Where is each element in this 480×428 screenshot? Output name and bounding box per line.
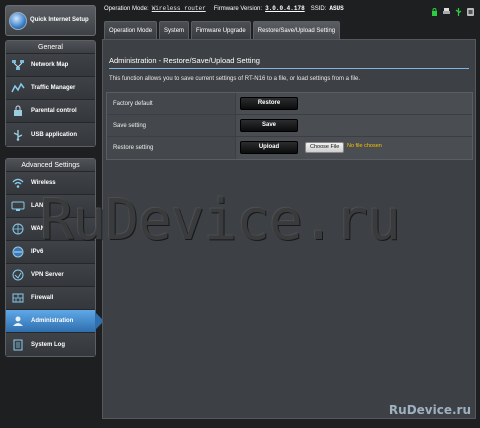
sidebar-item-label: USB application — [31, 131, 78, 138]
save-button[interactable]: Save — [240, 119, 298, 132]
settings-form: Factory default Restore Save setting Sav… — [106, 92, 473, 160]
restore-setting-label: Restore setting — [107, 137, 236, 159]
factory-default-label: Factory default — [107, 93, 236, 114]
sidebar-item-label: Firewall — [31, 295, 54, 301]
ipv6-icon — [11, 246, 25, 258]
upload-button[interactable]: Upload — [240, 141, 298, 154]
sidebar-item-administration[interactable]: Administration — [6, 310, 104, 333]
sidebar-item-network-map[interactable]: Network Map — [6, 54, 95, 77]
file-status-text: No file chosen — [347, 143, 382, 149]
watermark-large: RuDevice.ru — [40, 188, 401, 253]
log-icon — [11, 339, 25, 351]
tab-system[interactable]: System — [159, 21, 190, 39]
wifi-icon — [11, 177, 25, 189]
factory-default-row: Factory default Restore — [107, 93, 472, 115]
globe-icon — [9, 11, 27, 30]
status-bar: Operation Mode: Wireless router Firmware… — [104, 2, 476, 15]
page-title: Administration - Restore/Save/Upload Set… — [109, 56, 260, 65]
vpn-icon — [11, 269, 25, 281]
sidebar-item-label: Parental control — [31, 108, 77, 114]
network-map-icon — [11, 59, 25, 71]
page-description: This function allows you to save current… — [109, 76, 361, 82]
wan-icon — [11, 223, 25, 235]
quick-internet-setup-label: Quick Internet Setup — [30, 17, 89, 23]
general-menu: General Network Map Traffic Manager Pare… — [5, 40, 96, 147]
network-status-icon[interactable] — [467, 3, 474, 16]
ssid-value: ASUS — [329, 5, 344, 12]
advanced-settings-title: Advanced Settings — [6, 159, 95, 172]
sidebar-item-label: Administration — [31, 318, 74, 324]
usb-status-icon[interactable] — [455, 3, 462, 16]
sidebar-item-label: VPN Server — [31, 272, 64, 278]
lock-icon[interactable] — [431, 3, 438, 16]
firmware-label: Firmware Version: — [213, 5, 263, 12]
status-icons — [431, 3, 474, 16]
save-setting-row: Save setting Save — [107, 115, 472, 137]
restore-setting-row: Restore setting Upload Choose File No fi… — [107, 137, 472, 159]
sidebar-item-label: System Log — [31, 341, 66, 348]
save-setting-label: Save setting — [107, 115, 236, 136]
restore-button[interactable]: Restore — [240, 97, 298, 110]
traffic-icon — [11, 82, 25, 94]
quick-internet-setup-button[interactable]: Quick Internet Setup — [5, 5, 96, 36]
sidebar-item-usb-application[interactable]: USB application — [6, 123, 95, 146]
lan-icon — [11, 200, 25, 212]
ssid-label: SSID: — [310, 5, 327, 12]
tab-restore-save-upload[interactable]: Restore/Save/Upload Setting — [252, 21, 341, 39]
tab-firmware-upgrade[interactable]: Firmware Upgrade — [191, 21, 251, 39]
sidebar-item-label: Traffic Manager — [31, 85, 76, 91]
sidebar-item-label: Network Map — [31, 62, 69, 68]
firmware-value[interactable]: 3.0.0.4.178 — [265, 5, 305, 12]
sidebar-item-label: Wireless — [31, 180, 56, 186]
firewall-icon — [11, 292, 25, 304]
sidebar-item-firewall[interactable]: Firewall — [6, 287, 95, 310]
admin-icon — [11, 315, 25, 327]
sidebar-item-system-log[interactable]: System Log — [6, 333, 95, 356]
watermark-small: RuDevice.ru — [388, 403, 471, 417]
choose-file-button[interactable]: Choose File — [305, 142, 345, 153]
operation-mode-value[interactable]: Wireless router — [152, 5, 206, 12]
sidebar-item-traffic-manager[interactable]: Traffic Manager — [6, 77, 95, 100]
sidebar-item-parental-control[interactable]: Parental control — [6, 100, 95, 123]
usb-icon — [11, 129, 25, 141]
sidebar-item-vpn-server[interactable]: VPN Server — [6, 264, 95, 287]
tab-operation-mode[interactable]: Operation Mode — [104, 21, 158, 39]
title-divider — [109, 68, 469, 69]
general-title: General — [6, 41, 95, 54]
operation-mode-label: Operation Mode: — [104, 5, 149, 12]
printer-icon[interactable] — [443, 3, 450, 14]
parental-icon — [11, 105, 25, 117]
tab-bar: Operation Mode System Firmware Upgrade R… — [104, 21, 341, 39]
